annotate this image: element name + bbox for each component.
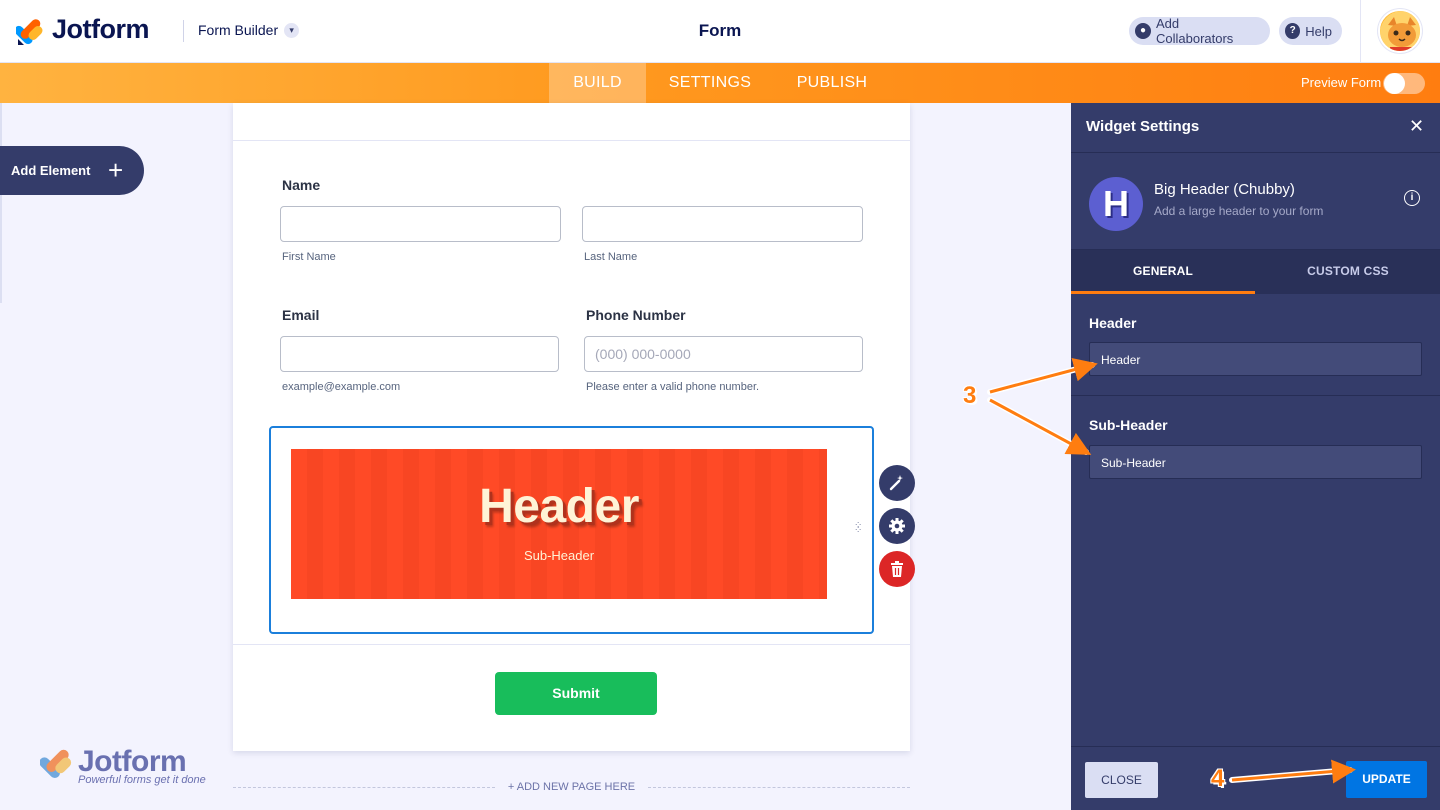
magic-wand-button[interactable] [879,465,915,501]
divider [648,787,910,788]
divider [1071,395,1440,396]
help-label: Help [1305,23,1332,39]
delete-button[interactable] [879,551,915,587]
panel-header: Widget Settings ✕ [1071,103,1440,153]
header-field-label: Header [1089,315,1137,331]
add-collaborators-button[interactable]: ● Add Collaborators [1129,16,1270,46]
big-header-widget[interactable]: Header Sub-Header [269,426,874,634]
preview-form-toggle[interactable] [1383,73,1425,94]
email-input[interactable] [280,336,559,372]
avatar[interactable] [1378,9,1422,53]
annotation-step-3: 3 [963,382,977,409]
user-icon: ● [1135,23,1151,39]
help-button[interactable]: ? Help [1279,17,1342,45]
header-banner: Header Sub-Header [291,449,827,599]
widget-h-icon: H [1089,177,1143,231]
add-collaborators-label: Add Collaborators [1155,16,1234,46]
builder-nav: BUILD SETTINGS PUBLISH Preview Form [0,63,1440,103]
avatar-icon [1380,11,1420,51]
divider [233,140,910,141]
update-button[interactable]: UPDATE [1346,761,1427,798]
panel-footer: CLOSE UPDATE [1071,746,1440,810]
tab-custom-css[interactable]: CUSTOM CSS [1256,250,1440,294]
add-element-label: Add Element [11,163,91,178]
settings-button[interactable] [879,508,915,544]
banner-subheader-text: Sub-Header [523,548,595,563]
widget-info: H Big Header (Chubby) Add a large header… [1071,154,1440,250]
top-bar: Jotform Form Builder ▾ Form ● Add Collab… [0,0,1440,63]
jotform-logo-icon [40,749,72,778]
drag-handle-icon[interactable]: ⁘ ⁘ [854,521,864,539]
name-label: Name [282,177,321,193]
subheader-input[interactable]: Sub-Header [1089,445,1422,479]
divider [233,644,910,645]
tab-build[interactable]: BUILD [549,63,646,103]
last-name-sublabel: Last Name [584,251,638,263]
brand-name: Jotform [52,14,150,44]
header-input[interactable]: Header [1089,342,1422,376]
phone-input[interactable]: (000) 000-0000 [584,336,863,372]
divider [1360,0,1361,63]
magic-wand-icon [889,475,903,491]
tab-general[interactable]: GENERAL [1071,250,1255,294]
left-edge [0,103,2,303]
tab-publish[interactable]: PUBLISH [790,63,874,103]
email-sublabel: example@example.com [282,381,401,393]
tab-settings[interactable]: SETTINGS [660,63,760,103]
form-card: Name First Name Last Name Email example@… [233,103,915,751]
preview-form-label: Preview Form [1301,75,1382,90]
phone-label: Phone Number [586,307,686,323]
email-label: Email [282,307,320,323]
add-element-button[interactable]: Add Element + [0,146,144,195]
panel-tabs: GENERAL CUSTOM CSS [1071,250,1440,294]
annotation-step-4: 4 [1211,765,1225,792]
chevron-down-icon: ▾ [284,22,300,38]
plus-icon: + [108,155,124,185]
widget-settings-panel: Widget Settings ✕ H Big Header (Chubby) … [1071,103,1440,810]
watermark-tagline: Powerful forms get it done [78,774,206,786]
divider [183,20,184,42]
phone-sublabel: Please enter a valid phone number. [586,381,760,393]
widget-description: Add a large header to your form [1154,204,1324,218]
add-new-page[interactable]: + ADD NEW PAGE HERE [233,781,910,795]
subheader-field-label: Sub-Header [1089,417,1168,433]
banner-header-text: Header [479,480,639,533]
submit-button[interactable]: Submit [495,672,657,715]
question-icon: ? [1285,23,1301,39]
first-name-sublabel: First Name [282,251,336,263]
trash-icon [891,561,903,577]
gear-icon [889,518,905,534]
close-button[interactable]: CLOSE [1085,762,1158,798]
form-builder-label: Form Builder [198,22,279,38]
jotform-logo[interactable]: Jotform [16,14,150,45]
first-name-input[interactable] [280,206,561,242]
jotform-logo-icon [16,18,43,45]
last-name-input[interactable] [582,206,863,242]
widget-name: Big Header (Chubby) [1154,181,1295,198]
form-builder-dropdown[interactable]: Form Builder ▾ [198,22,300,38]
close-icon[interactable]: ✕ [1409,116,1424,137]
panel-title: Widget Settings [1086,118,1200,135]
info-icon[interactable]: i [1404,190,1420,206]
